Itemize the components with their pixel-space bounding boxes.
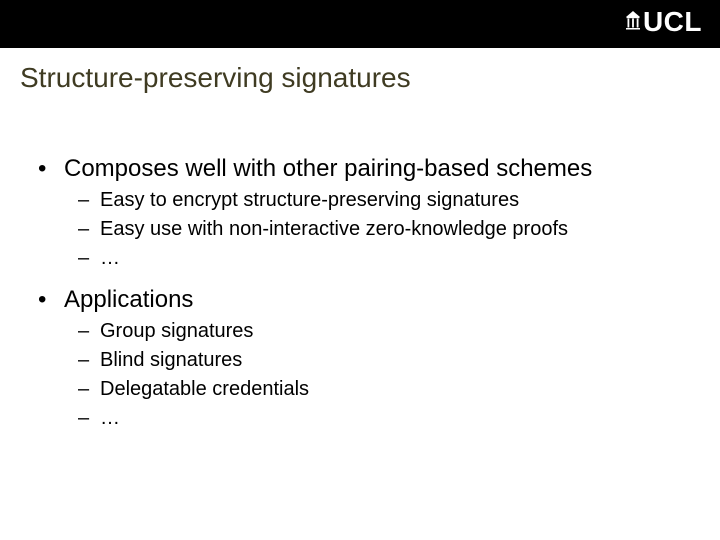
bullet-text: Easy use with non-interactive zero-knowl… (100, 217, 568, 242)
bullet-dash-icon: – (78, 217, 100, 242)
bullet-level2: – Easy to encrypt structure-preserving s… (8, 186, 712, 215)
bullet-level2: – Blind signatures (8, 346, 712, 375)
slide-title: Structure-preserving signatures (0, 48, 720, 102)
bullet-text: Easy to encrypt structure-preserving sig… (100, 188, 519, 213)
bullet-dash-icon: – (78, 246, 100, 271)
bullet-level2: – Easy use with non-interactive zero-kno… (8, 215, 712, 244)
bullet-dot-icon: • (38, 285, 64, 315)
bullet-dash-icon: – (78, 406, 100, 431)
bullet-level1: • Composes well with other pairing-based… (8, 152, 712, 186)
bullet-dash-icon: – (78, 348, 100, 373)
bullet-dash-icon: – (78, 319, 100, 344)
bullet-dot-icon: • (38, 154, 64, 184)
bullet-text: … (100, 406, 120, 431)
bullet-text: Delegatable credentials (100, 377, 309, 402)
slide-content: • Composes well with other pairing-based… (0, 102, 720, 433)
bullet-dash-icon: – (78, 377, 100, 402)
bullet-level2: – Group signatures (8, 317, 712, 346)
bullet-text: Blind signatures (100, 348, 242, 373)
bullet-dash-icon: – (78, 188, 100, 213)
header-bar: UCL (0, 0, 720, 48)
bullet-level2: – … (8, 404, 712, 433)
bullet-level1: • Applications (8, 283, 712, 317)
bullet-text: Applications (64, 285, 193, 315)
ucl-logo-text: UCL (643, 6, 702, 38)
bullet-level2: – … (8, 244, 712, 273)
ucl-logo: UCL (626, 6, 702, 38)
bullet-level2: – Delegatable credentials (8, 375, 712, 404)
bullet-text: Composes well with other pairing-based s… (64, 154, 592, 184)
ucl-portico-icon (626, 11, 640, 31)
bullet-text: … (100, 246, 120, 271)
bullet-text: Group signatures (100, 319, 253, 344)
